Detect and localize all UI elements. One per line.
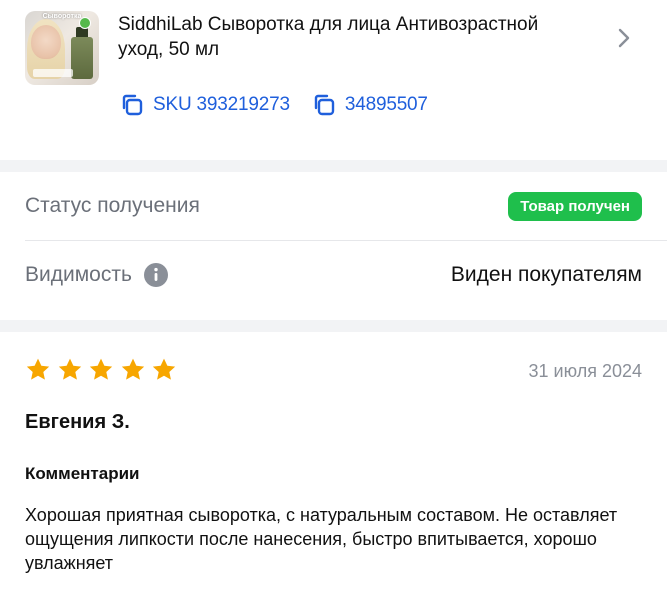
- info-icon[interactable]: [143, 263, 168, 287]
- star-icon: [152, 358, 176, 380]
- thumbnail-face: [31, 25, 61, 59]
- thumbnail-label: Сыворотка: [42, 13, 82, 20]
- copy-sku-button[interactable]: SKU 393219273: [120, 93, 290, 117]
- copy-icon: [122, 94, 143, 116]
- visibility-label: Видимость: [25, 263, 132, 286]
- review-date: 31 июля 2024: [528, 361, 642, 381]
- rating-stars: [25, 357, 183, 383]
- copy-article-button[interactable]: 34895507: [312, 93, 428, 117]
- visibility-value: Виден покупателям: [450, 263, 642, 286]
- visibility-label-wrap: Видимость: [25, 263, 168, 287]
- sku-label: SKU 393219273: [153, 94, 290, 115]
- receipt-status-label: Статус получения: [25, 194, 200, 217]
- product-title[interactable]: SiddhiLab Сыворотка для лица Антивозраст…: [118, 12, 578, 62]
- thumbnail-tag: [33, 69, 73, 77]
- thumbnail-bottle: [71, 37, 93, 79]
- section-separator: [0, 160, 667, 172]
- star-icon: [58, 358, 81, 380]
- star-icon: [121, 358, 144, 380]
- review-author: Евгения З.: [25, 411, 130, 433]
- product-thumbnail[interactable]: Сыворотка: [25, 11, 99, 85]
- copy-icon: [314, 94, 335, 116]
- status-section: Статус получения Товар получен Видимость…: [0, 172, 667, 320]
- comments-heading: Комментарии: [25, 464, 140, 483]
- chevron-right-icon[interactable]: [613, 27, 635, 49]
- review-comment: Хорошая приятная сыворотка, с натуральны…: [25, 505, 618, 573]
- star-icon: [89, 358, 113, 380]
- visibility-row: Видимость Виден покупателям: [25, 241, 642, 309]
- status-badge: Товар получен: [508, 191, 642, 221]
- article-label: 34895507: [344, 94, 428, 115]
- product-card[interactable]: Сыворотка SiddhiLab Сыворотка для лица А…: [0, 0, 667, 160]
- product-identifiers: SKU 393219273 34895507: [120, 92, 450, 118]
- section-separator: [0, 320, 667, 332]
- star-icon: [26, 358, 50, 380]
- receipt-status-row: Статус получения Товар получен: [25, 172, 642, 240]
